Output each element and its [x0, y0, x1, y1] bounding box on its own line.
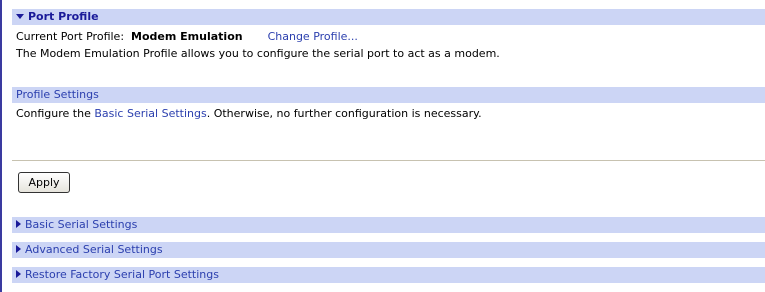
expanded-arrow-icon	[16, 13, 24, 19]
section-label: Restore Factory Serial Port Settings	[25, 268, 219, 281]
settings-text-before: Configure the	[16, 107, 95, 120]
collapsed-arrow-icon	[16, 245, 21, 253]
page-frame: Port Profile Current Port Profile: Modem…	[0, 0, 765, 292]
section-basic-serial-settings[interactable]: Basic Serial Settings	[12, 217, 765, 233]
divider	[12, 160, 765, 161]
current-profile-row: Current Port Profile: Modem Emulation Ch…	[16, 30, 358, 44]
section-restore-factory-settings[interactable]: Restore Factory Serial Port Settings	[12, 267, 765, 283]
profile-settings-text: Configure the Basic Serial Settings. Oth…	[16, 107, 482, 121]
port-profile-header[interactable]: Port Profile	[12, 9, 765, 25]
change-profile-link[interactable]: Change Profile...	[268, 30, 358, 43]
current-profile-value: Modem Emulation	[131, 30, 243, 43]
collapsed-arrow-icon	[16, 220, 21, 228]
port-profile-title: Port Profile	[28, 10, 99, 23]
section-label: Basic Serial Settings	[25, 218, 138, 231]
section-advanced-serial-settings[interactable]: Advanced Serial Settings	[12, 242, 765, 258]
collapsed-arrow-icon	[16, 270, 21, 278]
settings-text-after: . Otherwise, no further configuration is…	[206, 107, 482, 120]
profile-settings-header: Profile Settings	[12, 87, 765, 103]
section-label: Advanced Serial Settings	[25, 243, 163, 256]
profile-description: The Modem Emulation Profile allows you t…	[16, 47, 500, 60]
apply-button[interactable]: Apply	[18, 172, 70, 193]
basic-serial-settings-link[interactable]: Basic Serial Settings	[94, 107, 206, 120]
current-profile-label: Current Port Profile:	[16, 30, 125, 43]
